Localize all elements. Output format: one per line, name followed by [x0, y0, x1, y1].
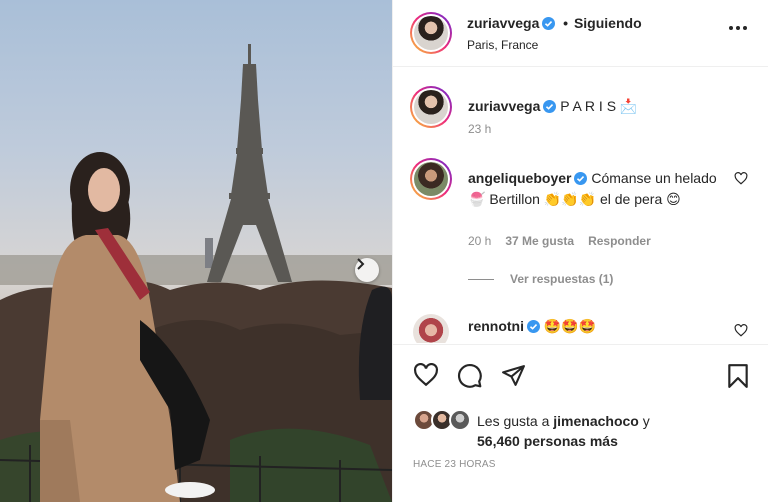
save-bookmark-icon[interactable]: [727, 363, 749, 389]
like-heart-icon[interactable]: [413, 363, 439, 387]
caption-meta: 23 h: [468, 122, 491, 136]
caption-avatar-ring[interactable]: [410, 86, 452, 128]
post-photo[interactable]: [0, 0, 392, 502]
caption-row: zuriavvega P A R I S 📩 23 h: [410, 86, 750, 146]
avatar[interactable]: [413, 314, 449, 343]
comment-text-line: rennotni 🤩🤩🤩: [468, 316, 723, 337]
like-comment-heart-icon[interactable]: [734, 172, 748, 185]
comment-username[interactable]: rennotni: [468, 318, 524, 334]
following-button[interactable]: Siguiendo: [574, 15, 642, 31]
post-header: zuriavvega • Siguiendo Paris, France: [393, 0, 768, 67]
avatar: [414, 16, 448, 50]
caption-text: P A R I S 📩: [560, 98, 638, 114]
post-timestamp[interactable]: HACE 23 HORAS: [413, 459, 496, 470]
like-comment-heart-icon[interactable]: [734, 324, 748, 337]
caption-time[interactable]: 23 h: [468, 122, 491, 136]
likes-text: Les gusta a jimenachoco y 56,460 persona…: [477, 411, 650, 451]
separator-dot: •: [559, 15, 572, 31]
likes-conj: y: [642, 413, 650, 429]
likes-count[interactable]: 56,460 personas más: [477, 433, 618, 449]
author-avatar-ring[interactable]: [410, 12, 452, 54]
commenter-avatar-ring[interactable]: [410, 158, 452, 200]
caption-text-line: zuriavvega P A R I S 📩: [468, 96, 723, 117]
share-paper-plane-icon[interactable]: [501, 363, 526, 388]
post-side-panel: zuriavvega • Siguiendo Paris, France zur…: [392, 0, 768, 502]
verified-badge-icon: [574, 172, 588, 185]
avatar: [414, 90, 448, 124]
liker-username[interactable]: jimenachoco: [553, 413, 639, 429]
comment-username[interactable]: angeliqueboyer: [468, 170, 571, 186]
divider: [468, 278, 494, 280]
caption-username[interactable]: zuriavvega: [468, 98, 540, 114]
more-options-icon[interactable]: [729, 26, 747, 30]
author-username[interactable]: zuriavvega: [467, 15, 539, 31]
comment-row: rennotni 🤩🤩🤩: [410, 314, 750, 343]
comment-row: angeliqueboyer Cómanse un helado 🍧 Berti…: [410, 158, 750, 288]
comment-text-line: angeliqueboyer Cómanse un helado 🍧 Berti…: [468, 168, 723, 210]
likes-prefix: Les gusta a: [477, 413, 550, 429]
post-actions-section: Les gusta a jimenachoco y 56,460 persona…: [393, 344, 768, 502]
verified-badge-icon: [543, 100, 557, 113]
reply-button[interactable]: Responder: [588, 234, 651, 248]
carousel-next-button[interactable]: [355, 258, 379, 282]
avatar: [449, 409, 471, 431]
likes-summary: Les gusta a jimenachoco y 56,460 persona…: [413, 409, 650, 451]
comment-time[interactable]: 20 h: [468, 234, 491, 248]
comments-list: zuriavvega P A R I S 📩 23 h angeliqueboy…: [393, 68, 768, 343]
view-replies-button[interactable]: Ver respuestas (1): [468, 272, 613, 286]
post-location[interactable]: Paris, France: [467, 38, 538, 52]
comment-meta: 20 h 37 Me gusta Responder: [468, 234, 651, 248]
chevron-right-icon: [357, 258, 365, 270]
comment-bubble-icon[interactable]: [457, 363, 483, 389]
view-replies-label: Ver respuestas (1): [510, 272, 614, 286]
comment-text: 🤩🤩🤩: [543, 318, 597, 334]
eiffel-tower: [207, 44, 292, 282]
photo-scene: [0, 44, 392, 502]
action-bar: [413, 363, 526, 389]
avatar: [414, 162, 448, 196]
verified-badge-icon: [527, 320, 540, 333]
verified-badge-icon: [542, 17, 556, 30]
liker-avatars[interactable]: [413, 409, 473, 433]
author-line: zuriavvega • Siguiendo: [467, 15, 642, 31]
comment-likes[interactable]: 37 Me gusta: [505, 234, 574, 248]
